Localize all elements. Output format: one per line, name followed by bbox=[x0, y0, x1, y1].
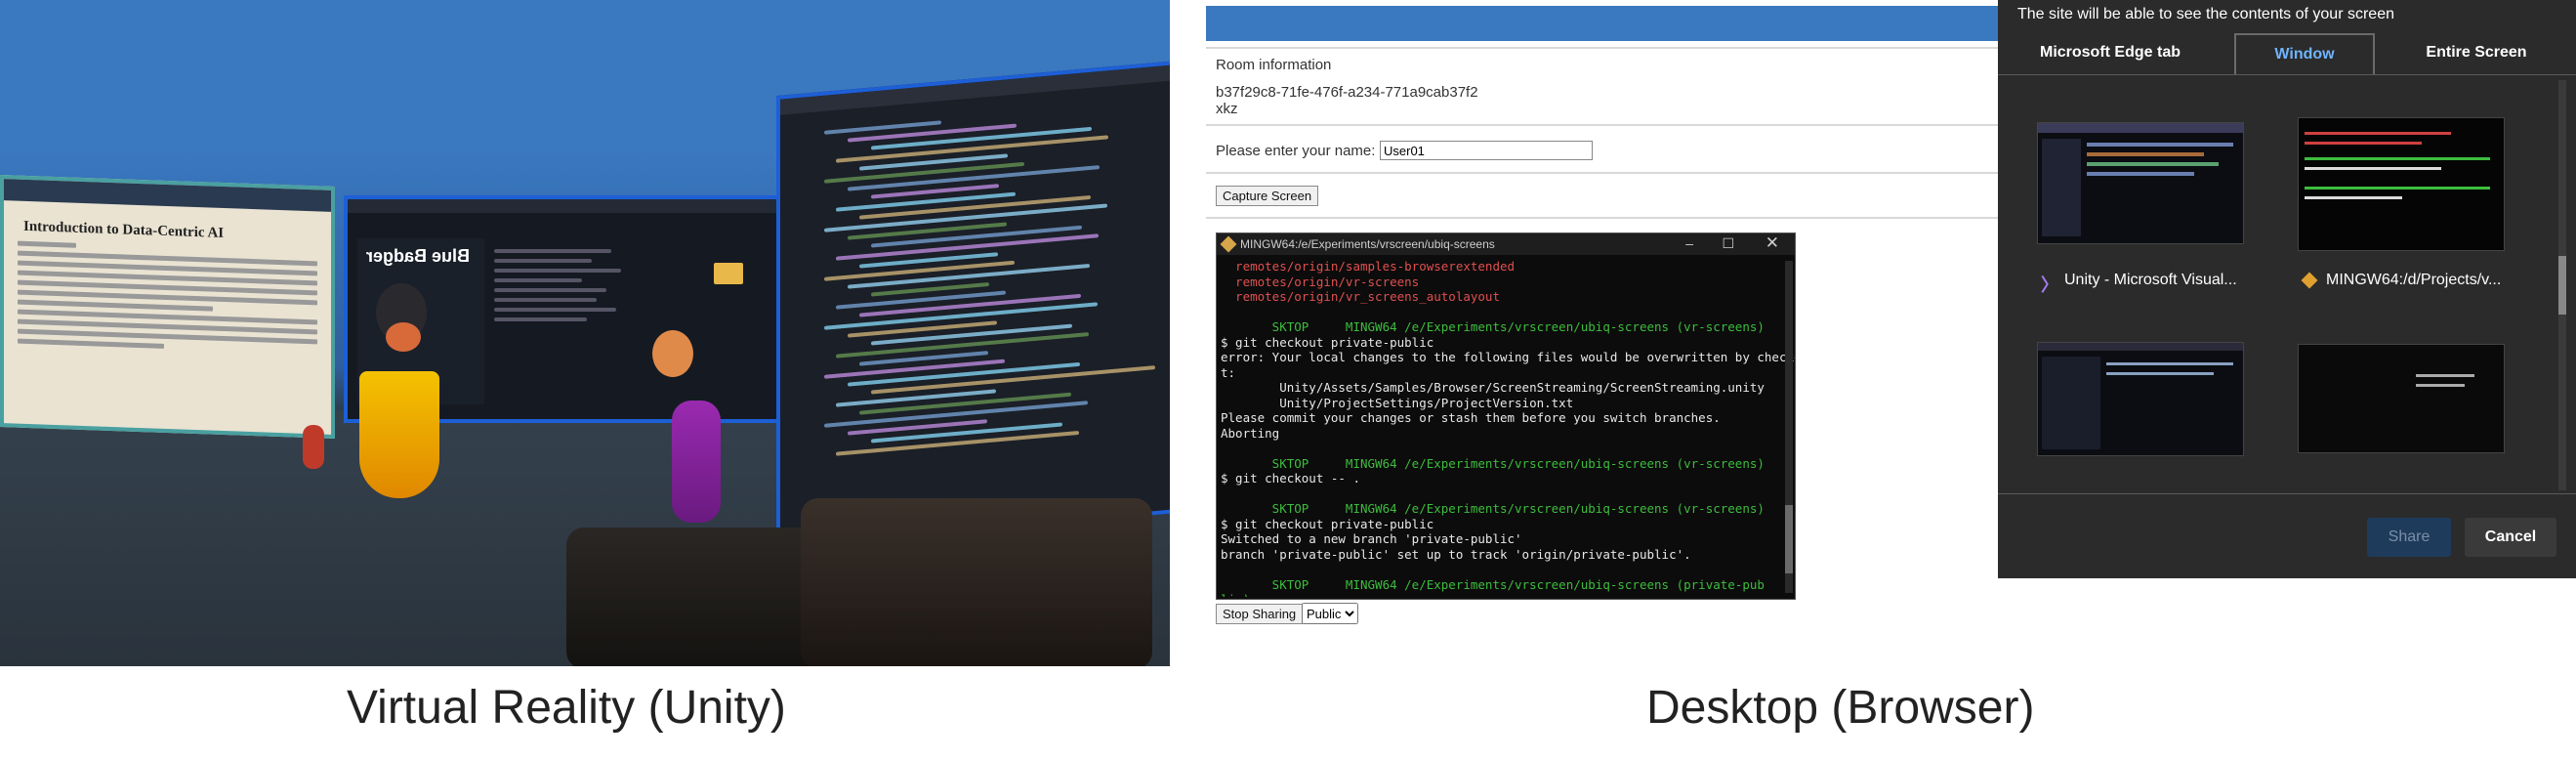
terminal-line: $ git checkout private-public bbox=[1221, 516, 1434, 531]
browser-header-bar bbox=[1206, 6, 2007, 41]
room-code: xkz bbox=[1216, 101, 1238, 117]
cancel-button[interactable]: Cancel bbox=[2465, 518, 2556, 557]
vr-code-screen bbox=[776, 60, 1170, 549]
terminal-line: remotes/origin/vr-screens bbox=[1221, 274, 1420, 289]
caption-desktop: Desktop (Browser) bbox=[1646, 682, 2035, 734]
visibility-select[interactable]: Public bbox=[1302, 603, 1358, 624]
capture-screen-button[interactable]: Capture Screen bbox=[1216, 186, 1319, 206]
terminal-line: SKTOP MINGW64 /e/Experiments/vrscreen/ub… bbox=[1221, 501, 1765, 516]
git-bash-icon bbox=[1220, 235, 1237, 253]
terminal-line: remotes/origin/vr_screens_autolayout bbox=[1221, 289, 1500, 304]
dialog-scrollbar[interactable] bbox=[2558, 80, 2566, 490]
git-icon bbox=[2301, 272, 2318, 289]
terminal-window: MINGW64:/e/Experiments/vrscreen/ubiq-scr… bbox=[1216, 232, 1796, 600]
terminal-line: remotes/origin/samples-browserextended bbox=[1221, 259, 1516, 274]
terminal-line: SKTOP MINGW64 /e/Experiments/vrscreen/ub… bbox=[1221, 576, 1765, 592]
window-label-mingw64: MINGW64:/d/Projects/v... bbox=[2326, 272, 2502, 288]
room-info-label: Room information bbox=[1216, 57, 1332, 73]
terminal-line: SKTOP MINGW64 /e/Experiments/vrscreen/ub… bbox=[1221, 319, 1765, 334]
terminal-line: branch 'private-public' set up to track … bbox=[1221, 546, 1691, 562]
terminal-line: lic) bbox=[1221, 592, 1791, 597]
stop-sharing-button[interactable]: Stop Sharing bbox=[1216, 604, 1304, 624]
tab-microsoft-edge-tab[interactable]: Microsoft Edge tab bbox=[2017, 33, 2203, 72]
terminal-output: remotes/origin/samples-browserextended r… bbox=[1217, 255, 1795, 597]
terminal-line: $ git checkout -- . bbox=[1221, 471, 1360, 486]
terminal-line: Unity/ProjectSettings/ProjectVersion.txt bbox=[1221, 395, 1574, 410]
folder-icon bbox=[714, 263, 743, 284]
vr-table-2 bbox=[801, 498, 1152, 666]
vr-document-screen: Introduction to Data-Centric AI bbox=[0, 175, 335, 439]
visual-studio-icon: 〉 bbox=[2041, 275, 2058, 295]
terminal-line: Unity/Assets/Samples/Browser/ScreenStrea… bbox=[1221, 380, 1765, 395]
window-thumbnail-unity[interactable] bbox=[2037, 122, 2244, 244]
share-button[interactable]: Share bbox=[2367, 518, 2451, 557]
desktop-screenshot: Room information b37f29c8-71fe-476f-a234… bbox=[1206, 0, 2576, 666]
maximize-icon[interactable]: ☐ bbox=[1722, 235, 1734, 252]
vr-avatar-nametag: Blue Badger bbox=[366, 246, 471, 266]
caption-vr: Virtual Reality (Unity) bbox=[347, 682, 786, 734]
terminal-scrollbar[interactable] bbox=[1785, 261, 1793, 593]
vr-code-line bbox=[836, 290, 1006, 310]
terminal-line: Aborting bbox=[1221, 425, 1280, 441]
terminal-line: Switched to a new branch 'private-public… bbox=[1221, 531, 1522, 546]
terminal-line: Please commit your changes or stash them… bbox=[1221, 410, 1721, 425]
window-label-unity: Unity - Microsoft Visual... bbox=[2064, 272, 2237, 288]
dialog-header: The site will be able to see the content… bbox=[2017, 6, 2394, 22]
tab-entire-screen[interactable]: Entire Screen bbox=[2389, 33, 2564, 72]
tab-window[interactable]: Window bbox=[2234, 33, 2375, 74]
terminal-line: $ git checkout private-public bbox=[1221, 334, 1434, 350]
room-id: b37f29c8-71fe-476f-a234-771a9cab37f2 bbox=[1216, 84, 1478, 101]
close-icon[interactable]: ✕ bbox=[1766, 233, 1779, 253]
share-screen-dialog: The site will be able to see the content… bbox=[1998, 0, 2576, 578]
terminal-title: MINGW64:/e/Experiments/vrscreen/ubiq-scr… bbox=[1240, 237, 1495, 251]
terminal-line: t: bbox=[1221, 364, 1236, 380]
window-thumbnail-4[interactable] bbox=[2298, 344, 2505, 453]
terminal-line: error: Your local changes to the followi… bbox=[1221, 350, 1795, 364]
minimize-icon[interactable]: – bbox=[1685, 235, 1693, 251]
name-input[interactable] bbox=[1380, 141, 1593, 160]
terminal-line: SKTOP MINGW64 /e/Experiments/vrscreen/ub… bbox=[1221, 455, 1765, 471]
window-thumbnail-mingw64[interactable] bbox=[2298, 117, 2505, 251]
name-prompt-label: Please enter your name: bbox=[1216, 143, 1376, 159]
vr-document-title: Introduction to Data-Centric AI bbox=[23, 218, 225, 242]
vr-screenshot: Introduction to Data-Centric AI Blue Bad… bbox=[0, 0, 1170, 666]
window-thumbnail-3[interactable] bbox=[2037, 342, 2244, 456]
